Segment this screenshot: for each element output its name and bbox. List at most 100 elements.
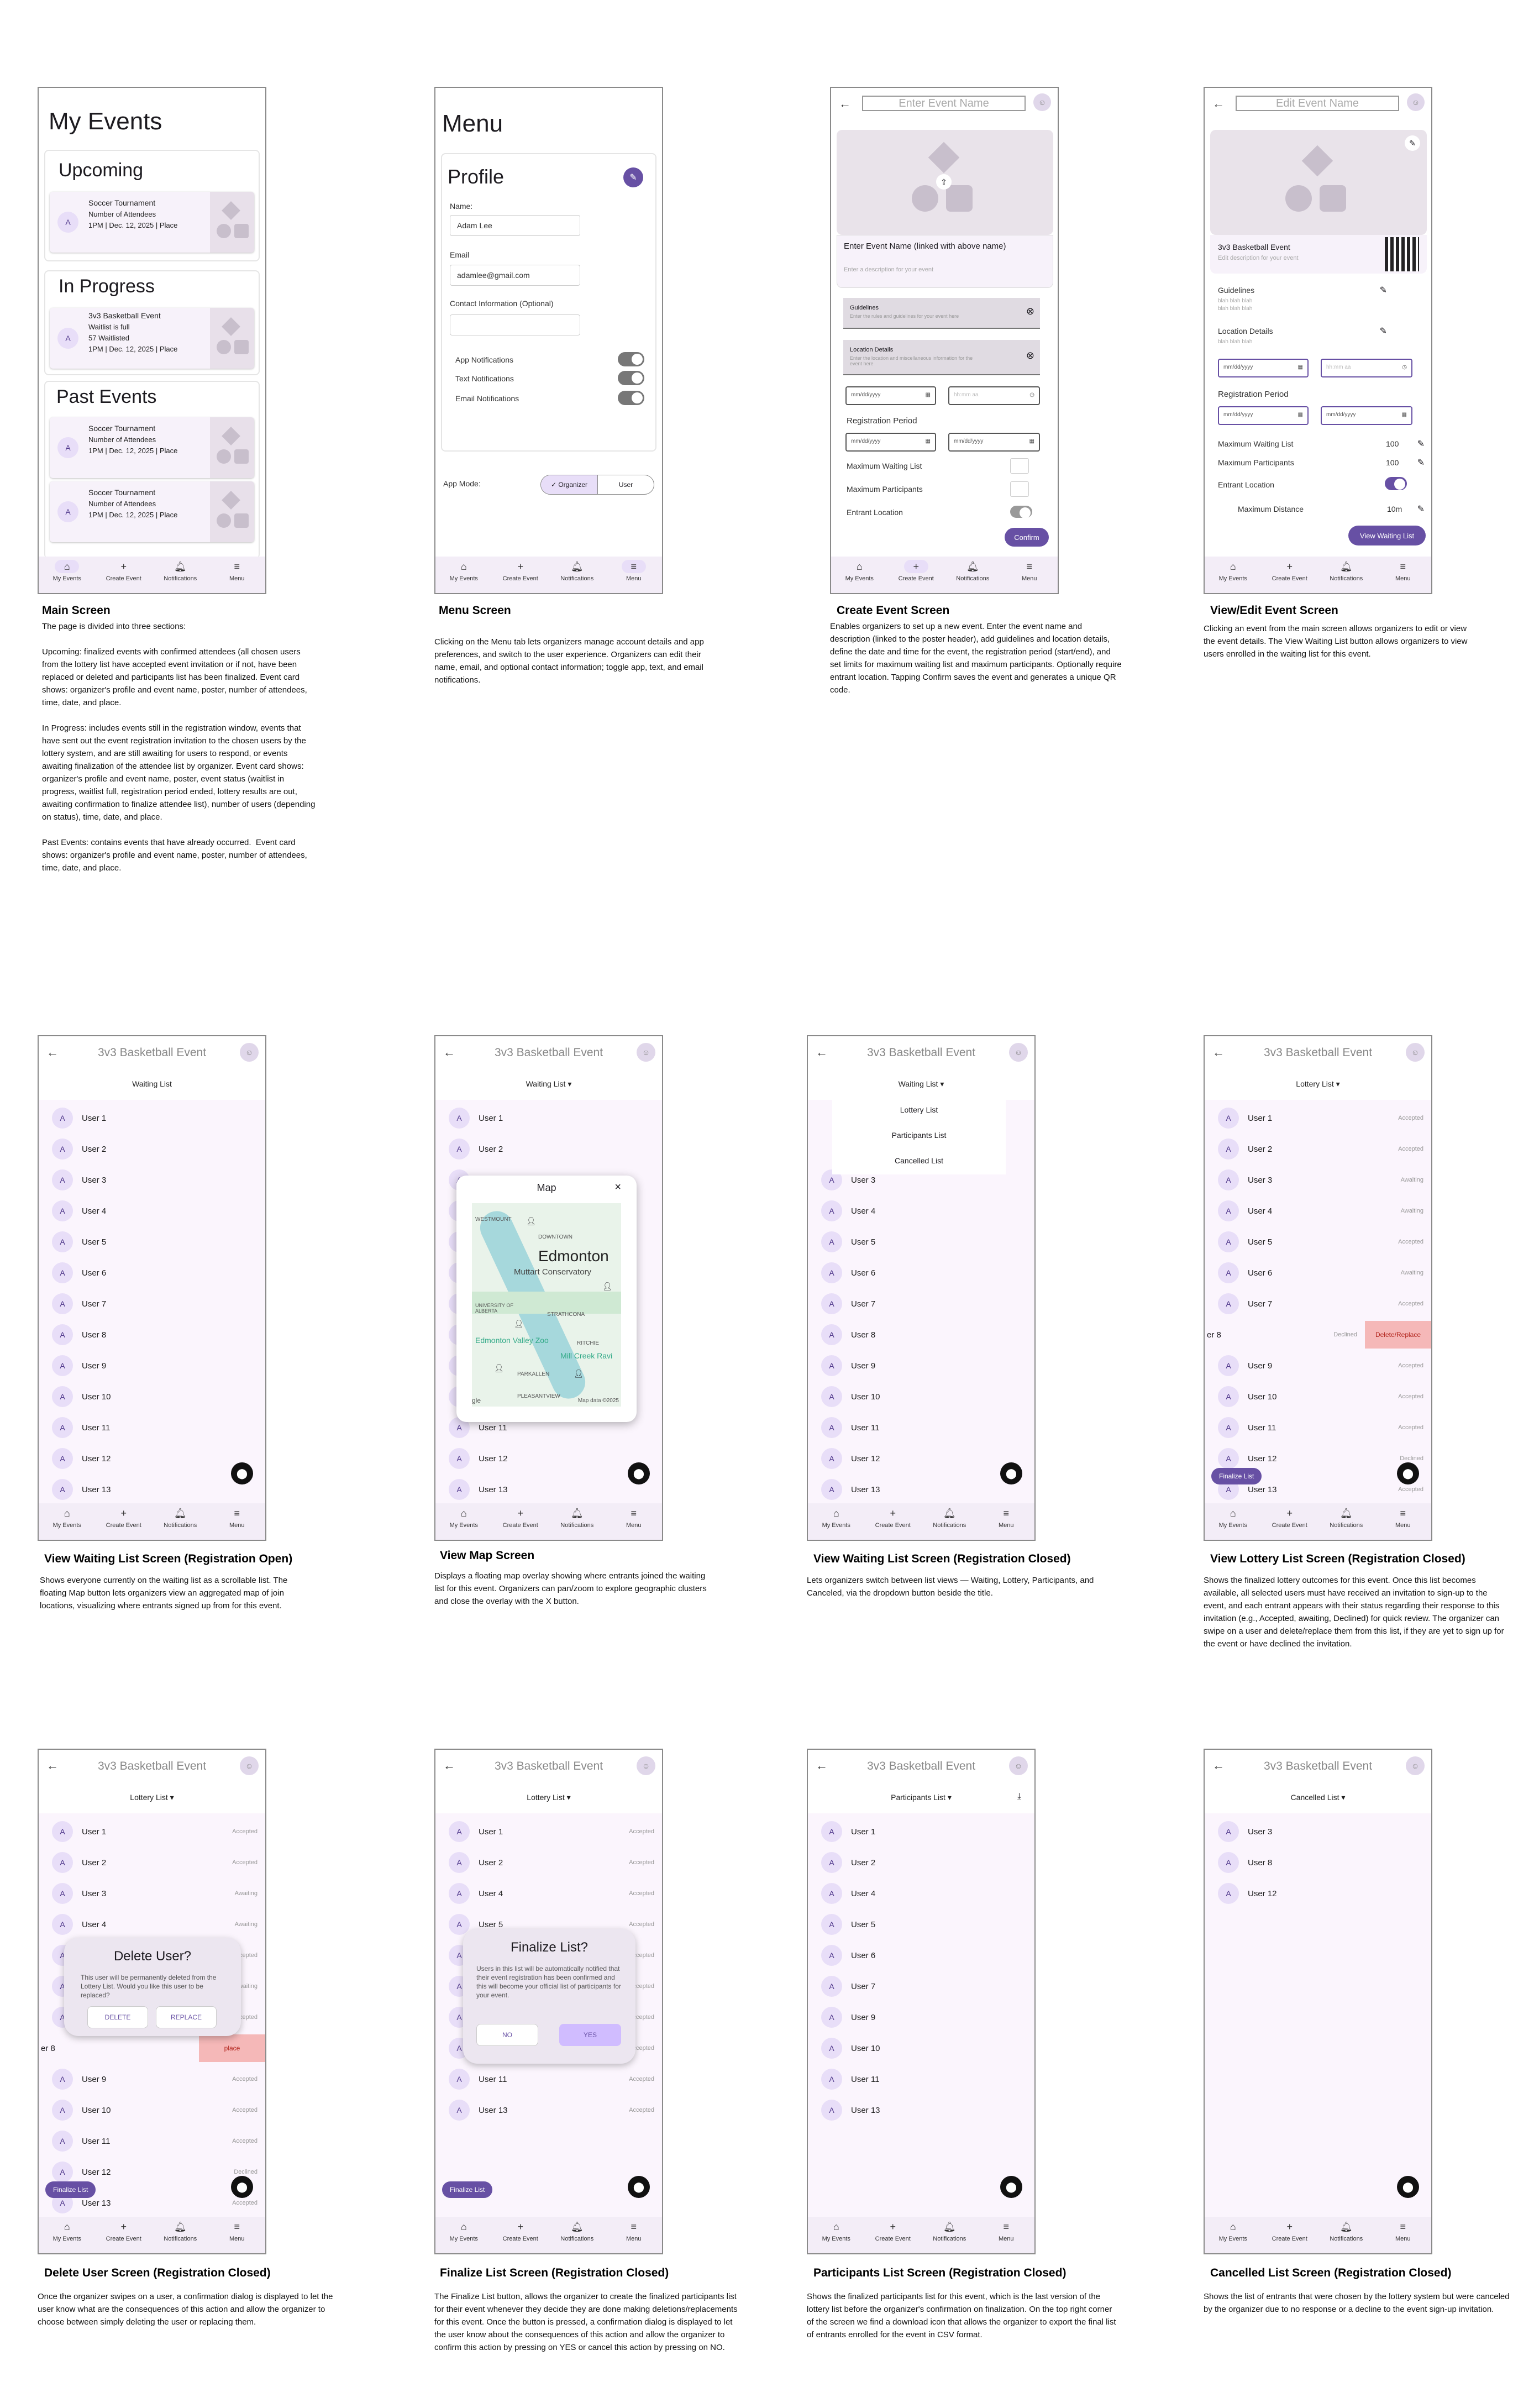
nav-create-event[interactable]: + Create Event — [496, 2220, 545, 2243]
list-item[interactable]: A User 3 Awaiting — [1205, 1164, 1431, 1195]
list-item[interactable]: A User 8 — [1205, 1847, 1431, 1878]
avatar[interactable]: ☺ — [1406, 1043, 1425, 1062]
menu-item-participants[interactable]: Participants List — [832, 1122, 1006, 1148]
yes-button[interactable]: YES — [559, 2024, 621, 2046]
nav-my-events[interactable]: ⌂ My Events — [1208, 560, 1258, 583]
list-dropdown[interactable]: Participants List ▾ — [808, 1793, 1034, 1802]
map-pin-icon[interactable]: ⬤ — [628, 2176, 650, 2198]
list-item[interactable]: A User 5 Accepted — [1205, 1226, 1431, 1257]
list-item[interactable]: A User 11 Accepted — [435, 2064, 662, 2095]
view-waiting-list-button[interactable]: View Waiting List — [1348, 526, 1426, 545]
close-icon[interactable]: × — [614, 1181, 621, 1194]
list-item[interactable]: A User 2 Accepted — [435, 1847, 662, 1878]
map-pin-icon[interactable]: ⬤ — [628, 1462, 650, 1484]
swiped-list-item[interactable]: er 8 Declined Delete/Replace — [1205, 1319, 1431, 1350]
delete-button[interactable]: DELETE — [87, 2006, 148, 2028]
finalize-list-button[interactable]: Finalize List — [442, 2181, 493, 2198]
event-name-input[interactable]: Edit Event Name — [1236, 96, 1399, 111]
nav-my-events[interactable]: ⌂ My Events — [439, 2220, 488, 2243]
list-item[interactable]: A User 1 Accepted — [1205, 1103, 1431, 1134]
nav-my-events[interactable]: ⌂ My Events — [1208, 1507, 1258, 1529]
event-description-card[interactable]: Enter Event Name (linked with above name… — [837, 235, 1053, 288]
nav-menu[interactable]: ≡ Menu — [212, 2220, 262, 2243]
avatar[interactable]: ☺ — [1406, 1756, 1425, 1775]
nav-menu[interactable]: ≡ Menu — [981, 1507, 1031, 1529]
nav-menu[interactable]: ≡ Menu — [981, 2220, 1031, 2243]
map-pin-icon[interactable]: ⬤ — [231, 1462, 253, 1484]
list-item[interactable]: A User 2 — [435, 1134, 662, 1164]
nav-my-events[interactable]: ⌂ My Events — [42, 2220, 92, 2243]
nav-menu[interactable]: ≡ Menu — [1378, 2220, 1428, 2243]
edit-icon[interactable]: ✎ — [1417, 438, 1425, 449]
list-item[interactable]: A User 3 — [1205, 1816, 1431, 1847]
list-item[interactable]: A User 2 Accepted — [1205, 1134, 1431, 1164]
nav-notifications[interactable]: 🔔︎ Notifications — [552, 2220, 602, 2243]
edit-icon[interactable]: ✎ — [1380, 285, 1387, 296]
edit-icon[interactable]: ✎ — [1417, 457, 1425, 468]
nav-my-events[interactable]: ⌂ My Events — [811, 1507, 861, 1529]
entrant-location-toggle[interactable] — [1010, 506, 1032, 518]
replace-button[interactable]: REPLACE — [156, 2006, 217, 2028]
event-date-input[interactable]: mm/dd/yyyy ▦ — [845, 386, 936, 405]
list-item[interactable]: A User 11 — [808, 2064, 1034, 2095]
list-item[interactable]: A User 6 Awaiting — [1205, 1257, 1431, 1288]
nav-notifications[interactable]: 🔔︎ Notifications — [552, 560, 602, 583]
map-pin-icon[interactable]: ⬤ — [1397, 1462, 1419, 1484]
avatar[interactable]: ☺ — [637, 1043, 655, 1062]
list-item[interactable]: A User 9 — [808, 1350, 1034, 1381]
user-option[interactable]: User — [597, 475, 654, 494]
edit-icon[interactable]: ✎ — [1417, 503, 1425, 515]
delete-replace-button[interactable]: place — [199, 2034, 265, 2062]
avatar[interactable]: ☺ — [1407, 93, 1425, 111]
nav-create-event[interactable]: + Create Event — [1265, 560, 1315, 583]
reg-end-input[interactable]: mm/dd/yyyy ▦ — [1321, 406, 1412, 425]
list-item[interactable]: A User 7 — [808, 1288, 1034, 1319]
reg-end-input[interactable]: mm/dd/yyyy ▦ — [948, 433, 1040, 452]
list-item[interactable]: A User 11 — [808, 1412, 1034, 1443]
list-item[interactable]: A User 13 — [435, 1474, 662, 1505]
nav-create-event[interactable]: + Create Event — [1265, 1507, 1315, 1529]
list-item[interactable]: A User 11 Accepted — [39, 2126, 265, 2157]
nav-menu[interactable]: ≡ Menu — [212, 1507, 262, 1529]
map-view[interactable]: WESTMOUNT DOWNTOWN Edmonton Muttart Cons… — [472, 1203, 621, 1407]
list-dropdown[interactable]: Waiting List ▾ — [808, 1079, 1034, 1089]
nav-menu[interactable]: ≡ Menu — [1378, 560, 1428, 583]
event-name-input[interactable]: Enter Event Name — [862, 96, 1026, 111]
list-item[interactable]: A User 4 Accepted — [435, 1878, 662, 1909]
list-item[interactable]: A User 9 — [808, 2002, 1034, 2033]
nav-menu[interactable]: ≡ Menu — [609, 560, 659, 582]
nav-create-event[interactable]: + Create Event — [496, 560, 545, 583]
list-item[interactable]: A User 2 — [808, 1847, 1034, 1878]
list-item[interactable]: A User 8 — [808, 1319, 1034, 1350]
list-item[interactable]: A User 11 Accepted — [1205, 1412, 1431, 1443]
list-dropdown[interactable]: Lottery List ▾ — [39, 1793, 265, 1802]
nav-notifications[interactable]: 🔔︎ Notifications — [924, 2220, 974, 2243]
list-item[interactable]: A User 9 Accepted — [39, 2064, 265, 2095]
nav-create-event[interactable]: + Create Event — [868, 1507, 918, 1529]
nav-my-events[interactable]: ⌂ My Events — [834, 560, 884, 583]
list-item[interactable]: A User 2 — [39, 1134, 265, 1164]
edit-icon[interactable]: ✎ — [623, 167, 643, 187]
nav-menu[interactable]: ≡ Menu — [1005, 560, 1054, 583]
finalize-list-button[interactable]: Finalize List — [45, 2181, 96, 2198]
nav-create-event[interactable]: + Create Event — [1265, 2220, 1315, 2243]
download-icon[interactable]: ⤓ — [1017, 1792, 1021, 1802]
nav-notifications[interactable]: 🔔︎ Notifications — [1321, 560, 1371, 583]
list-dropdown[interactable]: Lottery List ▾ — [1205, 1079, 1431, 1089]
list-item[interactable]: A User 2 Accepted — [39, 1847, 265, 1878]
list-item[interactable]: A User 10 — [808, 1381, 1034, 1412]
list-item[interactable]: A User 10 — [808, 2033, 1034, 2064]
nav-my-events[interactable]: ⌂ My Events — [439, 1507, 488, 1529]
menu-item-lottery[interactable]: Lottery List — [832, 1097, 1006, 1122]
nav-my-events[interactable]: ⌂ My Events — [42, 560, 92, 582]
avatar[interactable]: ☺ — [1009, 1756, 1028, 1775]
nav-notifications[interactable]: 🔔︎ Notifications — [1321, 2220, 1371, 2243]
nav-my-events[interactable]: ⌂ My Events — [439, 560, 488, 583]
list-dropdown[interactable]: Cancelled List ▾ — [1205, 1793, 1431, 1802]
finalize-list-button[interactable]: Finalize List — [1211, 1468, 1262, 1484]
nav-create-event[interactable]: + Create Event — [99, 560, 149, 583]
nav-my-events[interactable]: ⌂ My Events — [42, 1507, 92, 1529]
list-item[interactable]: A User 1 — [808, 1816, 1034, 1847]
list-item[interactable]: A User 4 Awaiting — [1205, 1195, 1431, 1226]
name-field[interactable]: Adam Lee — [450, 215, 580, 236]
